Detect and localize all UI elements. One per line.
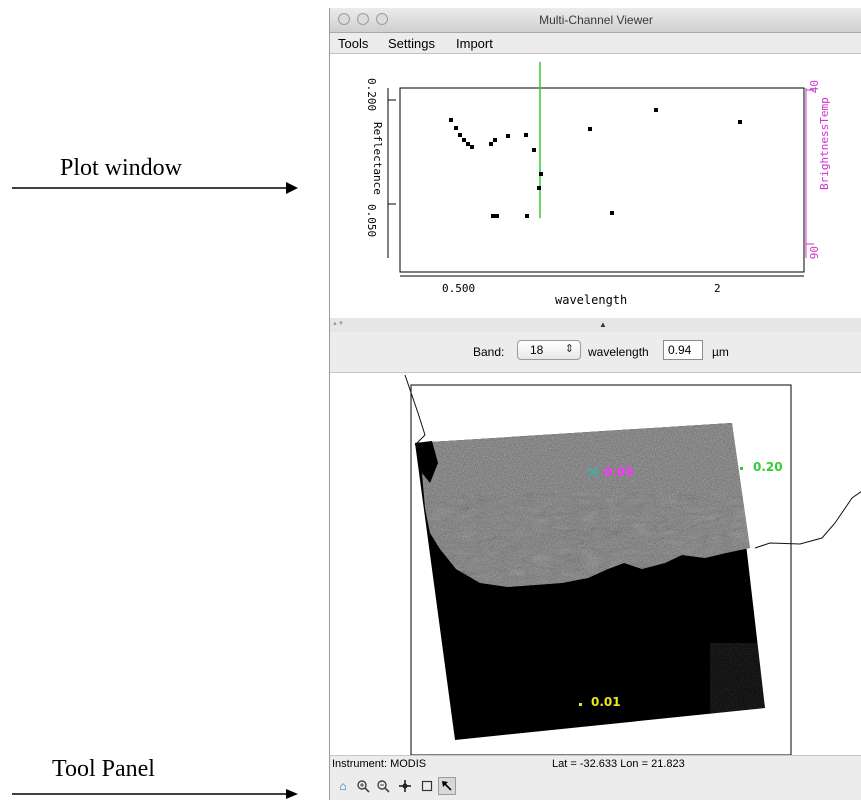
plot-window-arrow (12, 182, 298, 194)
data-point (738, 120, 742, 124)
y2-axis-label: BrightnessTemp (818, 97, 831, 190)
data-point (466, 142, 470, 146)
data-point (449, 118, 453, 122)
window-title: Multi-Channel Viewer (539, 13, 653, 27)
wavelength-label: wavelength (588, 345, 649, 359)
data-point (588, 127, 592, 131)
coastline-right (754, 491, 861, 549)
y-tick-bottom-label: 0.050 (365, 204, 378, 237)
image-view[interactable]: 0.05 0.20 0.01 (330, 373, 861, 756)
select-box-icon[interactable] (418, 777, 436, 795)
title-bar: Multi-Channel Viewer (330, 8, 861, 33)
tool-panel: ⌂ (330, 774, 861, 800)
plot-splitter[interactable]: ▲▼ ▲ (330, 318, 861, 332)
plot-window[interactable]: 0.200 0.050 Reflectance 40 90 Brightness… (330, 54, 861, 318)
data-point (506, 134, 510, 138)
data-point (495, 214, 499, 218)
marker-green-label: 0.20 (753, 460, 783, 474)
wavelength-unit: µm (712, 345, 729, 359)
data-point (524, 133, 528, 137)
data-point (491, 214, 495, 218)
zoom-in-icon[interactable] (354, 777, 372, 795)
y-tick-top-label: 0.200 (365, 78, 378, 111)
menu-tools[interactable]: Tools (338, 36, 368, 51)
lower-right-texture (710, 643, 765, 713)
splitter-handle-icon[interactable]: ▲ (599, 320, 607, 329)
plot-window-annotation: Plot window (60, 155, 183, 181)
marker-yellow-dot (579, 703, 582, 706)
x-tick-2-label: 2 (714, 282, 721, 295)
marker-yellow-label: 0.01 (591, 695, 621, 709)
y2-tick-bottom-label: 90 (808, 246, 821, 259)
band-control-bar: Band: 18 ⇕ wavelength µm (330, 332, 861, 373)
menu-settings[interactable]: Settings (388, 36, 435, 51)
splitter-arrows-icon[interactable]: ▲▼ (332, 321, 344, 327)
data-point (532, 148, 536, 152)
y2-tick-top-label: 40 (808, 80, 821, 93)
lat-lon-readout: Lat = -32.633 Lon = 21.823 (552, 758, 685, 770)
band-selector[interactable]: 18 ⇕ (517, 340, 581, 360)
data-point (539, 172, 543, 176)
home-icon[interactable]: ⌂ (334, 777, 352, 795)
x-axis-label: wavelength (555, 293, 627, 307)
pointer-icon[interactable] (438, 777, 456, 795)
data-point (493, 138, 497, 142)
data-point (462, 138, 466, 142)
x-tick-1-label: 0.500 (442, 282, 475, 295)
plot-frame (399, 87, 805, 273)
data-point (537, 186, 541, 190)
stepper-arrows-icon[interactable]: ⇕ (565, 342, 574, 355)
data-point (610, 211, 614, 215)
band-label: Band: (473, 345, 505, 359)
menu-bar: Tools Settings Import (330, 33, 861, 54)
instrument-status: Instrument: MODIS (332, 758, 427, 770)
tool-panel-annotation: Tool Panel (52, 756, 155, 782)
pan-icon[interactable] (396, 777, 414, 795)
data-point (489, 142, 493, 146)
band-selector-value: 18 (530, 343, 544, 357)
data-point (454, 126, 458, 130)
status-bar: Instrument: MODIS Lat = -32.633 Lon = 21… (330, 755, 861, 774)
data-point (470, 145, 474, 149)
satellite-image-canvas[interactable]: 0.05 0.20 0.01 (330, 373, 861, 756)
spectrum-plot[interactable]: 0.200 0.050 Reflectance 40 90 Brightness… (330, 54, 861, 318)
marker-magenta-label: 0.05 (604, 465, 634, 479)
data-point (654, 108, 658, 112)
y-axis-label: Reflectance (371, 122, 384, 195)
zoom-out-icon[interactable] (374, 777, 392, 795)
menu-import[interactable]: Import (456, 36, 493, 51)
multi-channel-viewer-window: Multi-Channel Viewer Tools Settings Impo… (329, 8, 861, 800)
data-point (525, 214, 529, 218)
tool-panel-arrow (12, 789, 298, 799)
data-point (458, 133, 462, 137)
marker-green-dot (740, 467, 743, 470)
wavelength-input[interactable] (663, 340, 703, 360)
